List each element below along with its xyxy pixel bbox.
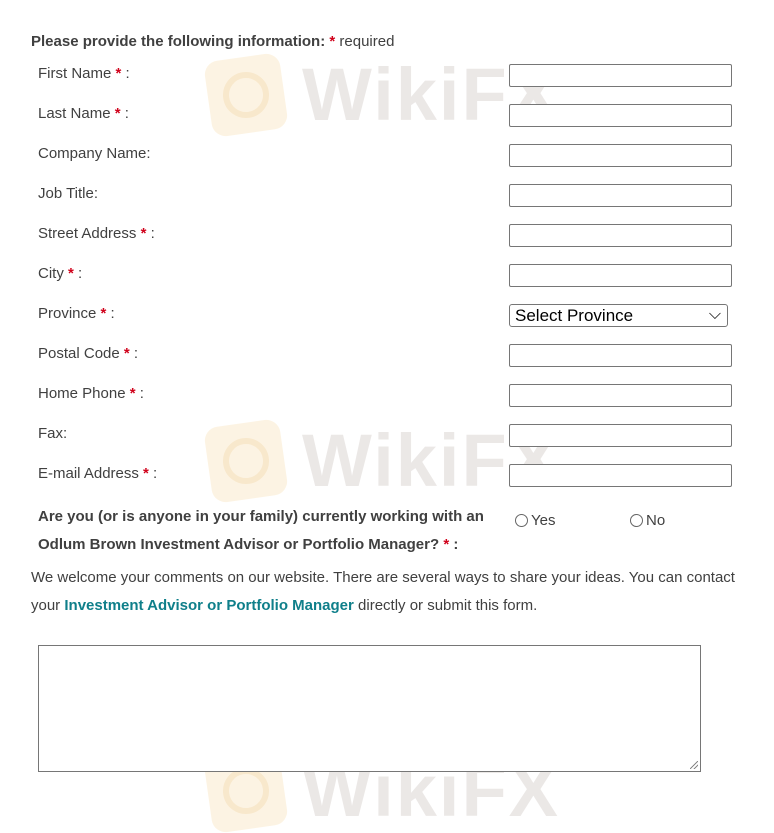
field-label: Fax: [38, 424, 67, 444]
field-label-text: First Name [38, 65, 112, 82]
comments-textarea[interactable] [38, 645, 701, 772]
field-label: Company Name: [38, 144, 151, 164]
field-label-text: Company Name: [38, 145, 151, 162]
required-star: * [143, 465, 149, 482]
radio-button-icon[interactable] [515, 514, 528, 527]
form-row: Street Address * : [0, 224, 774, 264]
field-label-text: Home Phone [38, 385, 126, 402]
chevron-down-icon[interactable]: ⌵ [709, 304, 721, 325]
required-note: required [339, 33, 395, 50]
required-star: * [329, 33, 336, 50]
required-star: * [129, 385, 136, 402]
radio-no[interactable]: No [630, 512, 665, 529]
province-select-value: Select Province [515, 306, 634, 325]
province-select[interactable]: Select Province ⌵ [509, 304, 728, 327]
form-row: Job Title: [0, 184, 774, 224]
first-name-input[interactable] [509, 64, 732, 87]
comments-intro: We welcome your comments on our website.… [31, 564, 751, 620]
field-label: Postal Code * : [38, 345, 139, 362]
form-row: First Name * : [0, 64, 774, 104]
field-label: City * : [38, 265, 83, 282]
city-input[interactable] [509, 264, 732, 287]
resize-handle-icon[interactable] [690, 761, 698, 769]
field-label-text: Job Title: [38, 185, 99, 202]
question-colon: : [453, 536, 459, 553]
field-label: Last Name * : [38, 105, 129, 122]
advisor-question: Are you (or is anyone in your family) cu… [38, 503, 498, 559]
field-label: Home Phone * : [38, 385, 144, 402]
field-label: Province * : [38, 305, 115, 322]
required-star: * [443, 536, 450, 553]
required-star: * [115, 65, 122, 82]
advisor-question-text: Are you (or is anyone in your family) cu… [38, 508, 484, 553]
required-star: * [68, 265, 74, 282]
field-label-text: Street Address [38, 225, 137, 242]
radio-yes-label: Yes [531, 512, 556, 529]
fax-input[interactable] [509, 424, 732, 447]
required-star: * [140, 225, 147, 242]
form-row: Company Name: [0, 144, 774, 184]
job-title-input[interactable] [509, 184, 732, 207]
field-label-text: Last Name [38, 105, 111, 122]
intro-label: Please provide the following information… [31, 33, 326, 50]
required-star: * [114, 105, 121, 122]
street-address-input[interactable] [509, 224, 732, 247]
radio-yes[interactable]: Yes [515, 512, 555, 529]
form-row: E-mail Address * : [0, 464, 774, 504]
form-row: City * : [0, 264, 774, 304]
form-row: Last Name * : [0, 104, 774, 144]
company-name-input[interactable] [509, 144, 732, 167]
required-star: * [100, 305, 107, 322]
form-intro: Please provide the following information… [31, 33, 394, 50]
required-star: * [123, 345, 130, 362]
field-label-text: E-mail Address [38, 465, 139, 482]
form-row: Fax: [0, 424, 774, 464]
field-label: Street Address * : [38, 225, 155, 242]
advisor-link[interactable]: Investment Advisor or Portfolio Manager [64, 597, 354, 614]
field-label-text: City [38, 265, 64, 282]
radio-button-icon[interactable] [630, 514, 643, 527]
field-label: E-mail Address * : [38, 465, 158, 482]
form-row: Province * : Select Province ⌵ [0, 304, 774, 344]
comments-text-end: directly or submit this form. [358, 597, 538, 614]
form-row: Postal Code * : [0, 344, 774, 384]
field-label: Job Title: [38, 184, 98, 204]
field-label: First Name * : [38, 65, 130, 82]
form-row: Home Phone * : [0, 384, 774, 424]
field-label-text: Province [38, 305, 97, 322]
field-label-text: Postal Code [38, 345, 120, 362]
postal-code-input[interactable] [509, 344, 732, 367]
field-label-text: Fax: [38, 425, 68, 442]
last-name-input[interactable] [509, 104, 732, 127]
e-mail-address-input[interactable] [509, 464, 732, 487]
radio-no-label: No [646, 512, 666, 529]
home-phone-input[interactable] [509, 384, 732, 407]
